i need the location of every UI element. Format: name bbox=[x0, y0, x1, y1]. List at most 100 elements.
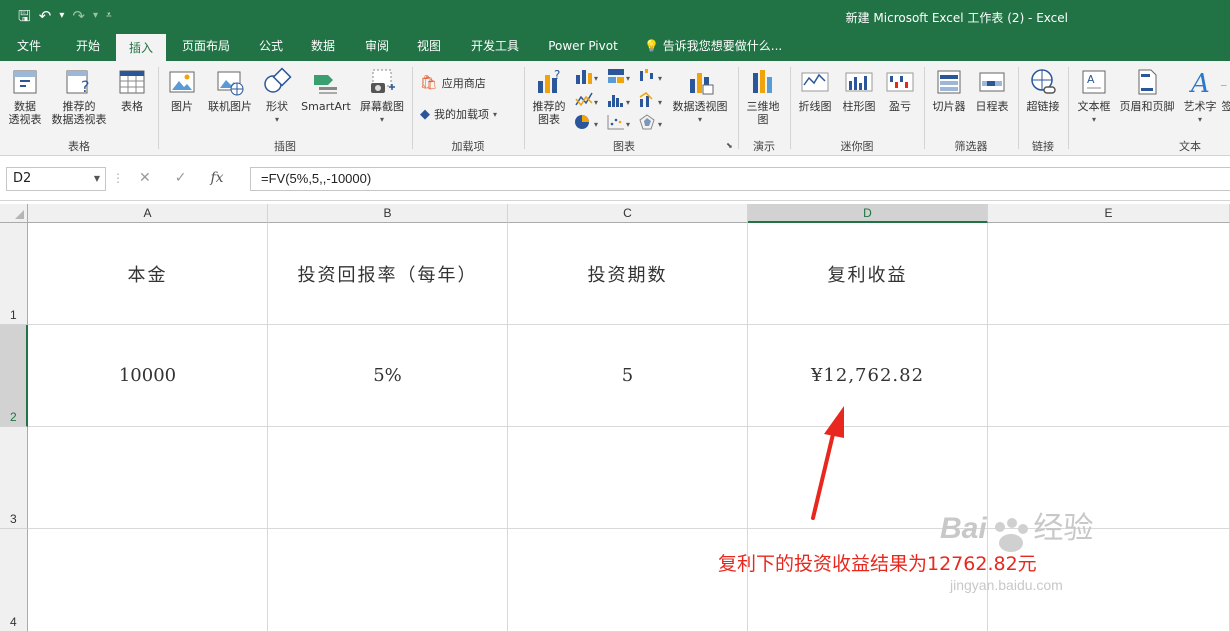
tell-me-box[interactable]: 💡 告诉我您想要做什么... bbox=[644, 34, 782, 61]
scatter-chart-icon[interactable]: ▾ bbox=[606, 113, 632, 131]
table-icon bbox=[119, 70, 145, 94]
row-header-2[interactable]: 2 bbox=[0, 325, 28, 427]
online-picture-icon bbox=[217, 71, 244, 96]
column-chart-icon[interactable]: ▾ bbox=[574, 67, 600, 85]
recommended-pivot-icon: ? bbox=[66, 70, 90, 96]
textbox-button[interactable]: A 文本框 ▾ bbox=[1072, 67, 1116, 126]
customize-toolbar-icon[interactable]: ⩡ bbox=[106, 6, 112, 26]
tab-data[interactable]: 数据 bbox=[302, 34, 344, 61]
tab-file[interactable]: 文件 bbox=[6, 34, 52, 61]
my-addins-button[interactable]: ◆ 我的加载项 ▾ bbox=[420, 106, 497, 122]
svg-text:▾: ▾ bbox=[658, 74, 662, 83]
cell-c2[interactable]: 5 bbox=[508, 325, 748, 427]
line-chart-icon[interactable]: ▾ bbox=[574, 91, 600, 109]
tab-page-layout[interactable]: 页面布局 bbox=[170, 34, 242, 61]
enter-icon[interactable]: ✓ bbox=[175, 170, 187, 186]
row-header-1[interactable]: 1 bbox=[0, 223, 28, 325]
separator bbox=[924, 67, 925, 149]
pie-chart-icon[interactable]: ▾ bbox=[574, 113, 600, 131]
column-header-e[interactable]: E bbox=[988, 204, 1230, 223]
smartart-button[interactable]: SmartArt bbox=[298, 67, 354, 113]
waterfall-chart-icon[interactable]: ▾ bbox=[638, 67, 664, 85]
cell-c1[interactable]: 投资期数 bbox=[508, 223, 748, 325]
svg-text:▾: ▾ bbox=[594, 98, 598, 107]
cell-a3[interactable] bbox=[28, 427, 268, 529]
column-header-a[interactable]: A bbox=[28, 204, 268, 223]
cell-a4[interactable] bbox=[28, 529, 268, 632]
cell-d2[interactable]: ¥12,762.82 bbox=[748, 325, 988, 427]
line-sparkline-icon bbox=[801, 72, 829, 92]
radar-chart-icon[interactable]: ▾ bbox=[638, 113, 664, 131]
name-box[interactable]: D2 ▼ bbox=[6, 167, 106, 191]
tab-home[interactable]: 开始 bbox=[62, 34, 114, 61]
cell-b1[interactable]: 投资回报率（每年） bbox=[268, 223, 508, 325]
online-pictures-button[interactable]: 联机图片 bbox=[204, 67, 256, 113]
column-sparkline-button[interactable]: 柱形图 bbox=[838, 67, 880, 113]
save-icon[interactable]: 🖫 bbox=[18, 6, 31, 26]
annotation-text: 复利下的投资收益结果为12762.82元 bbox=[718, 553, 1037, 575]
insert-function-icon[interactable]: fx bbox=[210, 170, 223, 186]
screenshot-icon bbox=[371, 69, 395, 93]
redo-icon[interactable]: ↷ bbox=[72, 6, 85, 26]
hyperlink-button[interactable]: 超链接 bbox=[1022, 67, 1064, 113]
3d-map-button[interactable]: 三维地 图 bbox=[742, 67, 784, 126]
pivot-chart-button[interactable]: 数据透视图 ▾ bbox=[668, 67, 732, 126]
cell-b4[interactable] bbox=[268, 529, 508, 632]
cell-c3[interactable] bbox=[508, 427, 748, 529]
signature-icon bbox=[1220, 85, 1227, 86]
chevron-down-icon: ▾ bbox=[697, 115, 702, 124]
slicer-button[interactable]: 切片器 bbox=[928, 67, 970, 113]
header-footer-button[interactable]: 页眉和页脚 bbox=[1116, 67, 1178, 113]
cell-a1[interactable]: 本金 bbox=[28, 223, 268, 325]
recommended-charts-button[interactable]: ? 推荐的 图表 bbox=[528, 67, 570, 126]
winloss-sparkline-button[interactable]: 盈亏 bbox=[882, 67, 918, 113]
cell-a2[interactable]: 10000 bbox=[28, 325, 268, 427]
group-label-tours: 演示 bbox=[753, 140, 775, 153]
pivot-table-button[interactable]: 数据 透视表 bbox=[4, 67, 46, 126]
cell-c4[interactable] bbox=[508, 529, 748, 632]
hierarchy-chart-icon[interactable]: ▾ bbox=[606, 67, 632, 85]
shapes-button[interactable]: 形状 ▾ bbox=[260, 67, 294, 126]
svg-text:A: A bbox=[1087, 73, 1095, 86]
undo-dropdown-icon[interactable]: ▾ bbox=[59, 6, 64, 26]
wordart-button[interactable]: A 艺术字 ▾ bbox=[1180, 67, 1220, 126]
picture-icon bbox=[169, 71, 195, 93]
line-sparkline-button[interactable]: 折线图 bbox=[794, 67, 836, 113]
recommended-pivot-button[interactable]: ? 推荐的 数据透视表 bbox=[48, 67, 110, 126]
cell-e2[interactable] bbox=[988, 325, 1230, 427]
combo-chart-icon[interactable]: ▾ bbox=[638, 91, 664, 109]
signature-button[interactable]: 签 bbox=[1220, 67, 1230, 113]
tab-power-pivot[interactable]: Power Pivot bbox=[540, 34, 626, 61]
row-header-3[interactable]: 3 bbox=[0, 427, 28, 529]
column-header-b[interactable]: B bbox=[268, 204, 508, 223]
tab-insert[interactable]: 插入 bbox=[116, 34, 166, 61]
svg-text:▾: ▾ bbox=[626, 98, 630, 107]
column-header-d[interactable]: D bbox=[748, 204, 988, 223]
timeline-button[interactable]: 日程表 bbox=[972, 67, 1012, 113]
tab-review[interactable]: 审阅 bbox=[356, 34, 398, 61]
formula-input[interactable]: =FV(5%,5,,-10000) bbox=[250, 167, 1230, 191]
cell-d1[interactable]: 复利收益 bbox=[748, 223, 988, 325]
column-header-c[interactable]: C bbox=[508, 204, 748, 223]
group-label-tables: 表格 bbox=[68, 140, 90, 153]
row-header-4[interactable]: 4 bbox=[0, 529, 28, 632]
group-label-filters: 筛选器 bbox=[954, 140, 988, 153]
cancel-icon[interactable]: ✕ bbox=[139, 170, 151, 186]
cell-e1[interactable] bbox=[988, 223, 1230, 325]
dialog-launcher-icon[interactable]: ⬊ bbox=[726, 141, 733, 150]
pictures-button[interactable]: 图片 bbox=[164, 67, 200, 113]
chevron-down-icon[interactable]: ▼ bbox=[94, 168, 100, 190]
cell-b2[interactable]: 5% bbox=[268, 325, 508, 427]
statistic-chart-icon[interactable]: ▾ bbox=[606, 91, 632, 109]
cell-b3[interactable] bbox=[268, 427, 508, 529]
store-button[interactable]: 🛍 应用商店 bbox=[420, 75, 486, 91]
table-button[interactable]: 表格 bbox=[112, 67, 152, 113]
tab-developer[interactable]: 开发工具 bbox=[464, 34, 526, 61]
smartart-icon bbox=[314, 75, 337, 94]
undo-icon[interactable]: ↶ bbox=[39, 6, 52, 26]
tab-formulas[interactable]: 公式 bbox=[250, 34, 292, 61]
select-all-button[interactable] bbox=[0, 204, 28, 223]
redo-dropdown-icon[interactable]: ▾ bbox=[93, 6, 98, 26]
screenshot-button[interactable]: 屏幕截图 ▾ bbox=[356, 67, 408, 126]
tab-view[interactable]: 视图 bbox=[408, 34, 450, 61]
